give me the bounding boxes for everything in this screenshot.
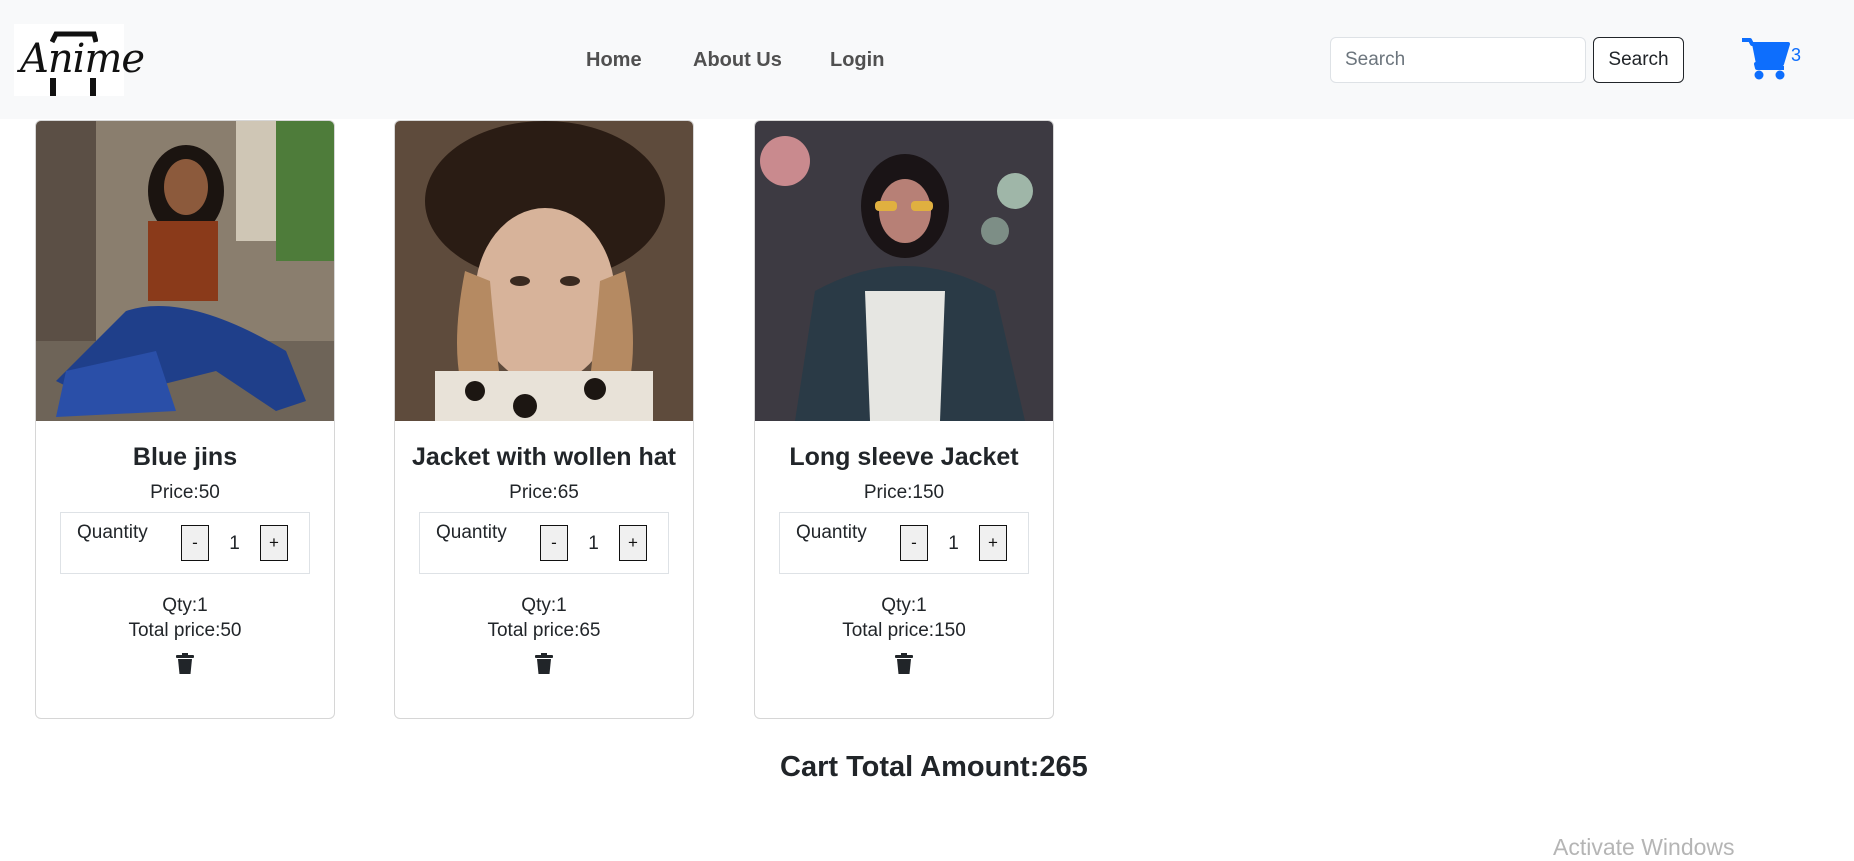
navbar: Anime Home About Us Login Search 3 xyxy=(0,0,1854,119)
logo-legs xyxy=(50,78,96,96)
product-name: Jacket with wollen hat xyxy=(412,443,676,471)
activate-windows-watermark: Activate Windows xyxy=(1553,834,1735,860)
product-price: Price:50 xyxy=(150,482,220,503)
quantity-label: Quantity xyxy=(796,522,867,543)
product-qty: Qty:1 xyxy=(881,595,927,616)
decrease-quantity-button[interactable]: - xyxy=(900,525,928,561)
quantity-label: Quantity xyxy=(436,522,507,543)
trash-icon[interactable] xyxy=(534,653,554,675)
product-image xyxy=(395,121,693,421)
increase-quantity-button[interactable]: + xyxy=(979,525,1007,561)
decrease-quantity-button[interactable]: - xyxy=(181,525,209,561)
quantity-control: Quantity - 1 + xyxy=(60,512,310,574)
nav-link-about-us[interactable]: About Us xyxy=(693,49,782,72)
quantity-value: 1 xyxy=(588,533,599,554)
brand-logo[interactable]: Anime xyxy=(14,24,145,96)
increase-quantity-button[interactable]: + xyxy=(619,525,647,561)
search-button[interactable]: Search xyxy=(1593,37,1684,83)
cart-count-badge: 3 xyxy=(1791,45,1802,65)
quantity-value: 1 xyxy=(948,533,959,554)
product-card: Blue jins Price:50 Quantity - 1 + Qty:1 … xyxy=(35,120,335,719)
quantity-control: Quantity - 1 + xyxy=(419,512,669,574)
product-total-price: Total price:65 xyxy=(487,620,601,641)
increase-quantity-button[interactable]: + xyxy=(260,525,288,561)
nav-link-home[interactable]: Home xyxy=(586,49,642,72)
product-image xyxy=(36,121,334,421)
product-card: Jacket with wollen hat Price:65 Quantity… xyxy=(394,120,694,719)
product-total-price: Total price:50 xyxy=(128,620,242,641)
logo-text: Anime xyxy=(20,36,145,82)
cart-total-amount: Cart Total Amount:265 xyxy=(780,751,1088,783)
product-price: Price:65 xyxy=(509,482,579,503)
product-name: Blue jins xyxy=(132,443,238,471)
product-price: Price:150 xyxy=(863,482,945,503)
quantity-value: 1 xyxy=(229,533,240,554)
trash-icon[interactable] xyxy=(175,653,195,675)
cart-icon[interactable] xyxy=(1742,36,1790,80)
product-image xyxy=(755,121,1053,421)
nav-link-login[interactable]: Login xyxy=(830,49,884,72)
product-name: Long sleeve Jacket xyxy=(789,443,1019,471)
product-total-price: Total price:150 xyxy=(842,620,966,641)
quantity-label: Quantity xyxy=(77,522,148,543)
search-input[interactable] xyxy=(1330,37,1586,83)
quantity-control: Quantity - 1 + xyxy=(779,512,1029,574)
product-qty: Qty:1 xyxy=(521,595,567,616)
product-card: Long sleeve Jacket Price:150 Quantity - … xyxy=(754,120,1054,719)
product-qty: Qty:1 xyxy=(162,595,208,616)
trash-icon[interactable] xyxy=(894,653,914,675)
decrease-quantity-button[interactable]: - xyxy=(540,525,568,561)
